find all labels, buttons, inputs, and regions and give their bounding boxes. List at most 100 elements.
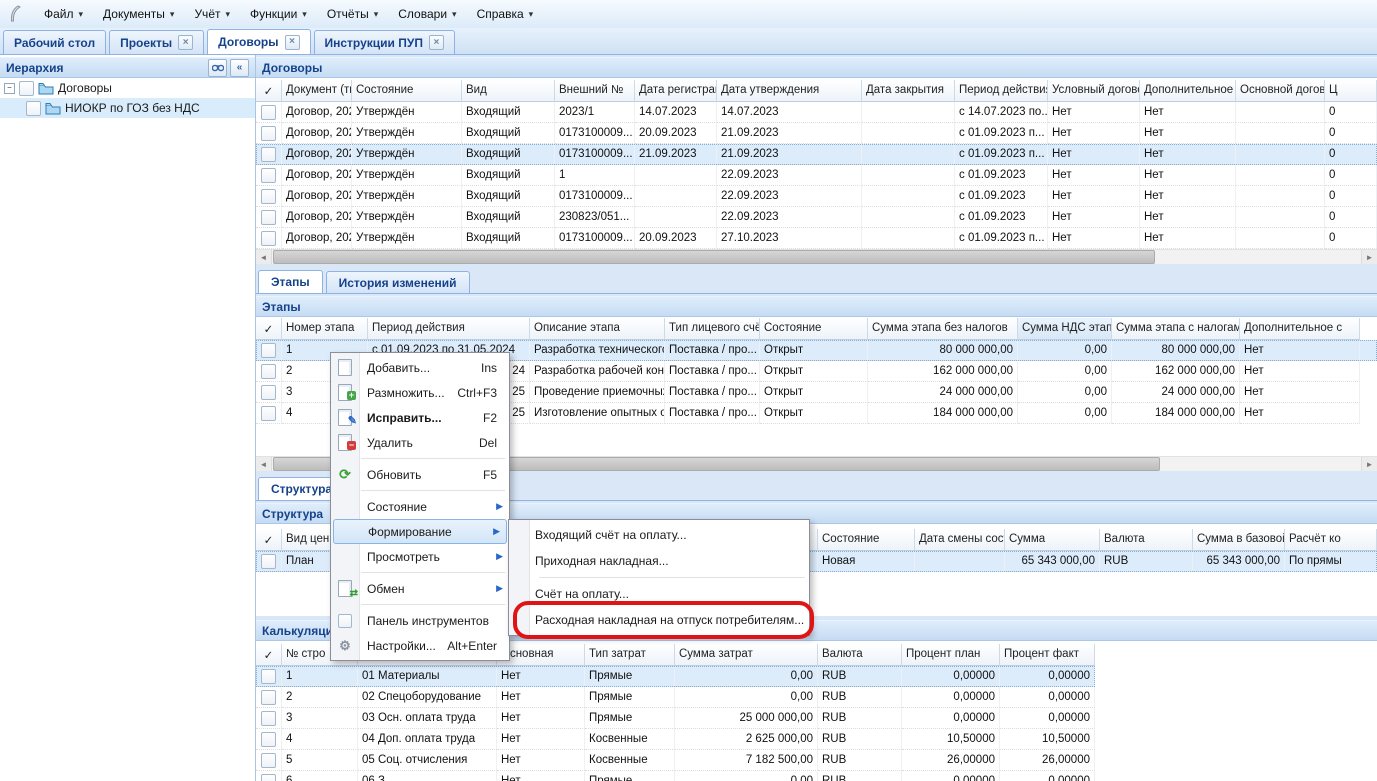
row-checkbox[interactable] xyxy=(261,554,276,569)
table-row[interactable]: Договор, 2023/...УтверждёнВходящий230823… xyxy=(256,207,1377,228)
menu-documents[interactable]: Документы▾ xyxy=(93,3,184,25)
table-row[interactable]: Договор, 2023/...УтверждёнВходящий017310… xyxy=(256,228,1377,249)
tree-checkbox[interactable] xyxy=(26,101,41,116)
collapse-panel-icon[interactable]: « xyxy=(230,59,249,77)
column-header[interactable]: Период действия xyxy=(368,318,530,340)
table-row[interactable]: 202 СпецоборудованиеНетПрямые0,00RUB0,00… xyxy=(256,687,1095,708)
row-checkbox[interactable] xyxy=(261,364,276,379)
column-header[interactable]: Тип затрат xyxy=(585,644,675,666)
column-header[interactable]: Документ (тип, № xyxy=(282,80,352,102)
submenu-item-3[interactable]: Расходная накладная на отпуск потребител… xyxy=(509,607,809,633)
row-checkbox[interactable] xyxy=(261,711,276,726)
table-row[interactable]: Договор, 2023/...УтверждёнВходящий017310… xyxy=(256,144,1377,165)
column-header[interactable]: Основная xyxy=(497,644,585,666)
table-row[interactable]: 101 МатериалыНетПрямые0,00RUB0,000000,00… xyxy=(256,666,1095,687)
submenu-item-0[interactable]: Входящий счёт на оплату... xyxy=(509,522,809,548)
column-header[interactable]: Тип лицевого счёт xyxy=(665,318,760,340)
row-checkbox[interactable] xyxy=(261,753,276,768)
tab-change-history[interactable]: История изменений xyxy=(326,271,470,293)
scrollbar-thumb[interactable] xyxy=(273,250,1155,264)
column-header[interactable]: Условный договор xyxy=(1048,80,1140,102)
column-header[interactable]: Ц xyxy=(1325,80,1377,102)
table-row[interactable]: 606 З...НетПрямые0,00RUB0,000000,00000 xyxy=(256,771,1095,781)
tree-item-niokr[interactable]: НИОКР по ГОЗ без НДС xyxy=(0,98,255,118)
column-header[interactable]: Вид xyxy=(462,80,555,102)
column-header[interactable]: Валюта xyxy=(818,644,902,666)
row-checkbox[interactable] xyxy=(261,147,276,162)
column-header[interactable]: Описание этапа xyxy=(530,318,665,340)
row-checkbox[interactable] xyxy=(261,168,276,183)
column-header[interactable]: ✓ xyxy=(256,529,282,551)
context-menu-item-4[interactable]: ⟳ОбновитьF5 xyxy=(331,462,509,487)
column-header[interactable]: ✓ xyxy=(256,318,282,340)
context-menu-item-3[interactable]: −УдалитьDel xyxy=(331,430,509,455)
context-menu-item-10[interactable]: ⚙Настройки...Alt+Enter xyxy=(331,633,509,658)
contracts-hscrollbar[interactable]: ◄ ► xyxy=(256,249,1377,264)
menu-reports[interactable]: Отчёты▾ xyxy=(317,3,388,25)
tree-checkbox[interactable] xyxy=(19,81,34,96)
row-checkbox[interactable] xyxy=(261,774,276,781)
context-menu-item-6[interactable]: Формирование▶ xyxy=(333,519,507,544)
context-menu-item-9[interactable]: Панель инструментов xyxy=(331,608,509,633)
column-header[interactable]: Сумма затрат xyxy=(675,644,818,666)
context-menu-item-7[interactable]: Просмотреть▶ xyxy=(331,544,509,569)
tree-item-contracts[interactable]: − Договоры xyxy=(0,78,255,98)
table-row[interactable]: 404 Доп. оплата трудаНетКосвенные2 625 0… xyxy=(256,729,1095,750)
column-header[interactable]: Состояние xyxy=(352,80,462,102)
column-header[interactable]: Дата утверждения xyxy=(717,80,862,102)
menu-functions[interactable]: Функции▾ xyxy=(240,3,317,25)
column-header[interactable]: Состояние xyxy=(818,529,915,551)
row-checkbox[interactable] xyxy=(261,105,276,120)
close-icon[interactable]: × xyxy=(429,35,444,50)
row-checkbox[interactable] xyxy=(261,732,276,747)
table-row[interactable]: 505 Соц. отчисленияНетКосвенные7 182 500… xyxy=(256,750,1095,771)
column-header[interactable]: Расчёт ко xyxy=(1285,529,1377,551)
context-menu-item-2[interactable]: ✎Исправить...F2 xyxy=(331,405,509,430)
column-header[interactable]: Дата регистрации. xyxy=(635,80,717,102)
column-header[interactable]: Валюта xyxy=(1100,529,1193,551)
close-icon[interactable]: × xyxy=(178,35,193,50)
column-header[interactable]: Дополнительное с xyxy=(1240,318,1360,340)
column-header[interactable]: Дата смены состоя xyxy=(915,529,1005,551)
main-tab-2[interactable]: Договоры× xyxy=(207,29,310,54)
context-menu-item-0[interactable]: Добавить...Ins xyxy=(331,355,509,380)
column-header[interactable]: Дополнительное с xyxy=(1140,80,1236,102)
table-row[interactable]: Договор, 2023/...УтверждёнВходящий2023/1… xyxy=(256,102,1377,123)
table-row[interactable]: 303 Осн. оплата трудаНетПрямые25 000 000… xyxy=(256,708,1095,729)
scroll-right-icon[interactable]: ► xyxy=(1361,457,1377,471)
column-header[interactable]: Внешний № xyxy=(555,80,635,102)
row-checkbox[interactable] xyxy=(261,690,276,705)
column-header[interactable]: Номер этапа xyxy=(282,318,368,340)
column-header[interactable]: Период действия.. xyxy=(955,80,1048,102)
close-icon[interactable]: × xyxy=(285,35,300,50)
table-row[interactable]: Договор, 2023/...УтверждёнВходящий122.09… xyxy=(256,165,1377,186)
context-menu-item-1[interactable]: +Размножить...Ctrl+F3 xyxy=(331,380,509,405)
main-tab-3[interactable]: Инструкции ПУП× xyxy=(314,30,455,54)
context-menu-item-8[interactable]: ⇄Обмен▶ xyxy=(331,576,509,601)
row-checkbox[interactable] xyxy=(261,231,276,246)
column-header[interactable]: Сумма xyxy=(1005,529,1100,551)
row-checkbox[interactable] xyxy=(261,385,276,400)
column-header[interactable]: ✓ xyxy=(256,644,282,666)
table-row[interactable]: Договор, 2023/...УтверждёнВходящий017310… xyxy=(256,123,1377,144)
row-checkbox[interactable] xyxy=(261,669,276,684)
row-checkbox[interactable] xyxy=(261,189,276,204)
menu-accounting[interactable]: Учёт▾ xyxy=(184,3,240,25)
menu-dictionaries[interactable]: Словари▾ xyxy=(388,3,466,25)
row-checkbox[interactable] xyxy=(261,126,276,141)
scroll-right-icon[interactable]: ► xyxy=(1361,250,1377,264)
tree-collapse-icon[interactable]: − xyxy=(4,83,15,94)
row-checkbox[interactable] xyxy=(261,210,276,225)
column-header[interactable]: Процент план xyxy=(902,644,1000,666)
row-checkbox[interactable] xyxy=(261,406,276,421)
column-header[interactable]: Сумма в базовой в xyxy=(1193,529,1285,551)
column-header[interactable]: ✓ xyxy=(256,80,282,102)
context-menu-item-5[interactable]: Состояние▶ xyxy=(331,494,509,519)
tab-stages[interactable]: Этапы xyxy=(258,270,323,293)
main-tab-1[interactable]: Проекты× xyxy=(109,30,204,54)
row-checkbox[interactable] xyxy=(261,343,276,358)
column-header[interactable]: Процент факт xyxy=(1000,644,1095,666)
submenu-item-1[interactable]: Приходная накладная... xyxy=(509,548,809,574)
menu-help[interactable]: Справка▾ xyxy=(467,3,544,25)
scroll-left-icon[interactable]: ◄ xyxy=(256,250,272,264)
